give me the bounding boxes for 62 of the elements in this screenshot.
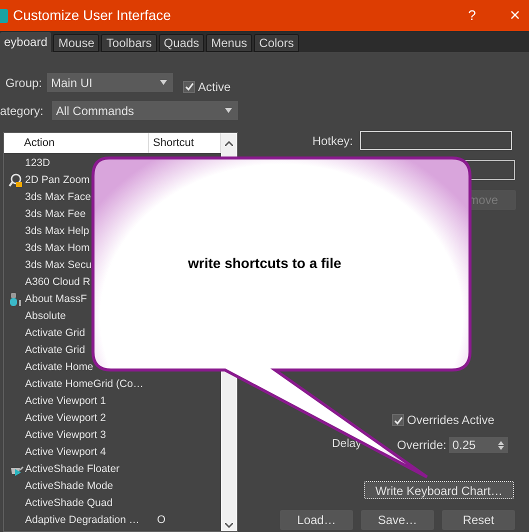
action-cell[interactable]: 3ds Max Help	[25, 224, 90, 240]
action-cell[interactable]: Active Viewport 2	[25, 410, 106, 426]
bottle-icon	[8, 292, 24, 307]
action-cell[interactable]: A360 Cloud R	[25, 274, 90, 290]
action-cell[interactable]: About MassF	[25, 292, 87, 308]
caret-icon	[225, 108, 232, 113]
action-cell[interactable]: 3ds Max Fee	[25, 206, 86, 222]
tab[interactable]: Mouse	[53, 34, 100, 52]
action-cell[interactable]: 3ds Max Secu	[25, 258, 92, 274]
close-button[interactable]: ×	[504, 2, 526, 29]
app-icon	[0, 8, 8, 22]
action-cell[interactable]: 123D	[25, 156, 50, 172]
dialog-button[interactable]: Reset	[442, 510, 515, 530]
tab[interactable]: Menus	[206, 34, 252, 52]
checkbox[interactable]	[392, 414, 404, 426]
delay-label: Override:	[397, 437, 446, 454]
magnifier-icon	[8, 173, 24, 188]
action-cell[interactable]: Active Viewport 4	[25, 444, 106, 460]
help-button[interactable]: ?	[462, 5, 482, 26]
tab[interactable]: Colors	[254, 34, 299, 52]
scroll-up-icon	[225, 140, 233, 146]
action-cell[interactable]: Active Viewport 1	[25, 394, 106, 410]
delay-label: Delay	[332, 437, 362, 452]
scroll-down-icon	[225, 523, 233, 528]
write-keyboard-chart-button[interactable]: Write Keyboard Chart…	[364, 481, 514, 499]
spinner-value: 0.25	[452, 437, 476, 454]
action-cell[interactable]: Activate Grid	[25, 342, 86, 358]
tab[interactable]: Toolbars	[101, 34, 157, 52]
caret-icon	[160, 80, 167, 85]
action-cell[interactable]: 3ds Max Hom	[25, 240, 90, 256]
action-cell[interactable]: ActiveShade Floater	[25, 462, 120, 478]
callout-text: write shortcuts to a file	[188, 254, 342, 273]
tab[interactable]: Quads	[158, 34, 204, 52]
window-title: Customize User Interface	[13, 6, 172, 25]
active-label: Active	[198, 78, 231, 96]
action-cell[interactable]: ActiveShade Quad	[25, 496, 113, 512]
action-cell[interactable]: Absolute	[25, 308, 66, 324]
group-label: Group:	[4, 74, 43, 92]
action-cell[interactable]: 3ds Max Face	[25, 190, 91, 206]
dialog-button[interactable]: Load…	[280, 510, 353, 530]
delay-spinner[interactable]: 0.25	[449, 437, 508, 453]
hotkey-label: Hotkey:	[311, 132, 354, 150]
check-icon	[184, 82, 194, 91]
shortcut-cell[interactable]: O	[153, 512, 166, 529]
category-label: ategory:	[0, 102, 44, 120]
action-cell[interactable]: Activate Grid	[25, 326, 86, 342]
overrides-active-label: Overrides Active	[407, 412, 494, 429]
action-cell[interactable]: 2D Pan Zoom	[25, 172, 90, 188]
group-dropdown[interactable]: Main UI	[47, 73, 173, 92]
action-cell[interactable]: Adaptive Degradation …	[25, 512, 140, 528]
dialog-button[interactable]: Save…	[361, 510, 434, 530]
action-cell[interactable]: Activate Home	[25, 360, 94, 376]
spinner-arrows-icon	[498, 440, 504, 450]
category-dropdown[interactable]: All Commands	[52, 101, 238, 120]
check-icon	[394, 416, 402, 424]
action-cell[interactable]: Active Viewport 3	[25, 428, 106, 444]
action-cell[interactable]: Activate HomeGrid (Co…	[25, 376, 144, 392]
checkbox[interactable]	[183, 80, 195, 92]
hotkey-field[interactable]	[360, 131, 512, 150]
column-header[interactable]: Action	[4, 133, 149, 153]
action-cell[interactable]: ActiveShade Mode	[25, 478, 114, 494]
tab[interactable]: eyboard	[0, 32, 52, 52]
